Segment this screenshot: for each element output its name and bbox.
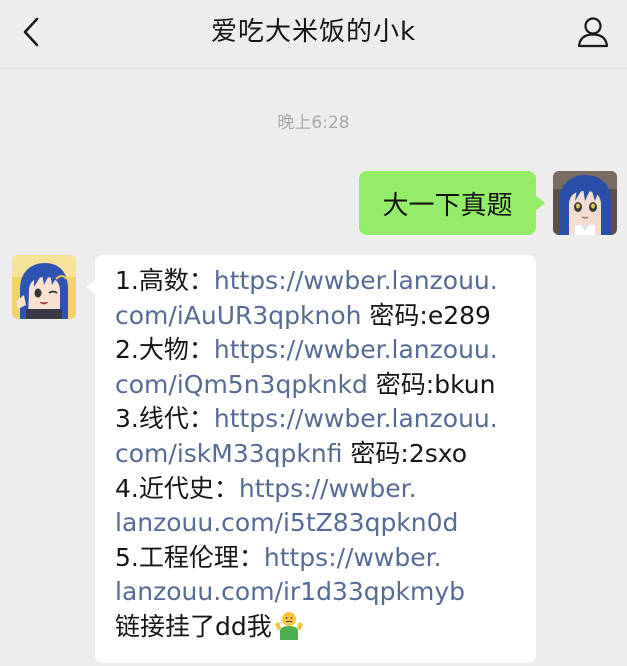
message-line: lanzouu.com/ir1d33qpkmyb	[115, 575, 526, 610]
sent-message-bubble[interactable]: 大一下真题	[359, 171, 545, 235]
download-link[interactable]: https://wwber.lanzouu.	[214, 335, 498, 364]
line-label: 1.高数：	[115, 266, 214, 295]
password-text: 密码:bkun	[367, 369, 496, 399]
message-line: com/iskM33qpknfi 密码:2sxo	[115, 437, 526, 472]
sent-message-text: 大一下真题	[382, 190, 513, 221]
download-link[interactable]: lanzouu.com/ir1d33qpkmyb	[115, 577, 465, 606]
chat-info-button[interactable]	[573, 12, 613, 52]
download-link[interactable]: com/iskM33qpknfi	[115, 439, 342, 468]
message-line: 5.工程伦理：https://wwber.	[115, 541, 526, 576]
password-text: 密码:e289	[361, 300, 491, 330]
download-link[interactable]: https://wwber.	[264, 543, 442, 572]
line-label: 4.近代史：	[115, 473, 239, 503]
contact-avatar[interactable]	[12, 255, 76, 319]
anime-avatar-image	[12, 255, 76, 319]
message-line: 链接挂了dd我	[115, 610, 526, 645]
chat-header: 爱吃大米饭的小k	[0, 0, 627, 69]
line-label: 5.工程伦理：	[115, 542, 264, 572]
download-link[interactable]: https://wwber.lanzouu.	[214, 404, 498, 433]
shrug-emoji-icon	[274, 611, 303, 640]
message-line: com/iAuUR3qpknoh 密码:e289	[115, 299, 526, 334]
password-text: 密码:2sxo	[342, 438, 468, 468]
download-link[interactable]: https://wwber.	[239, 474, 417, 503]
message-line: 4.近代史：https://wwber.	[115, 472, 526, 507]
message-timestamp: 晚上6:28	[277, 113, 350, 133]
received-message-bubble[interactable]: 1.高数：https://wwber.lanzouu. com/iAuUR3qp…	[86, 255, 536, 663]
self-avatar[interactable]	[553, 171, 617, 235]
message-line: 1.高数：https://wwber.lanzouu.	[115, 264, 526, 299]
message-line: 3.线代：https://wwber.lanzouu.	[115, 402, 526, 437]
message-line: 2.大物：https://wwber.lanzouu.	[115, 333, 526, 368]
closing-text: 链接挂了dd我	[115, 611, 272, 641]
message-line: lanzouu.com/i5tZ83qpkn0d	[115, 506, 526, 541]
line-label: 3.线代：	[115, 404, 214, 434]
download-link[interactable]: lanzouu.com/i5tZ83qpkn0d	[115, 508, 458, 537]
line-label: 2.大物：	[115, 335, 214, 365]
message-line: com/iQm5n3qpknkd 密码:bkun	[115, 368, 526, 403]
download-link[interactable]: com/iQm5n3qpknkd	[115, 370, 368, 399]
download-link[interactable]: com/iAuUR3qpknoh	[115, 301, 361, 330]
person-icon	[577, 17, 609, 48]
download-link[interactable]: https://wwber.lanzouu.	[214, 266, 498, 295]
anime-avatar-image	[553, 171, 617, 235]
chat-title: 爱吃大米饭的小k	[210, 17, 417, 47]
